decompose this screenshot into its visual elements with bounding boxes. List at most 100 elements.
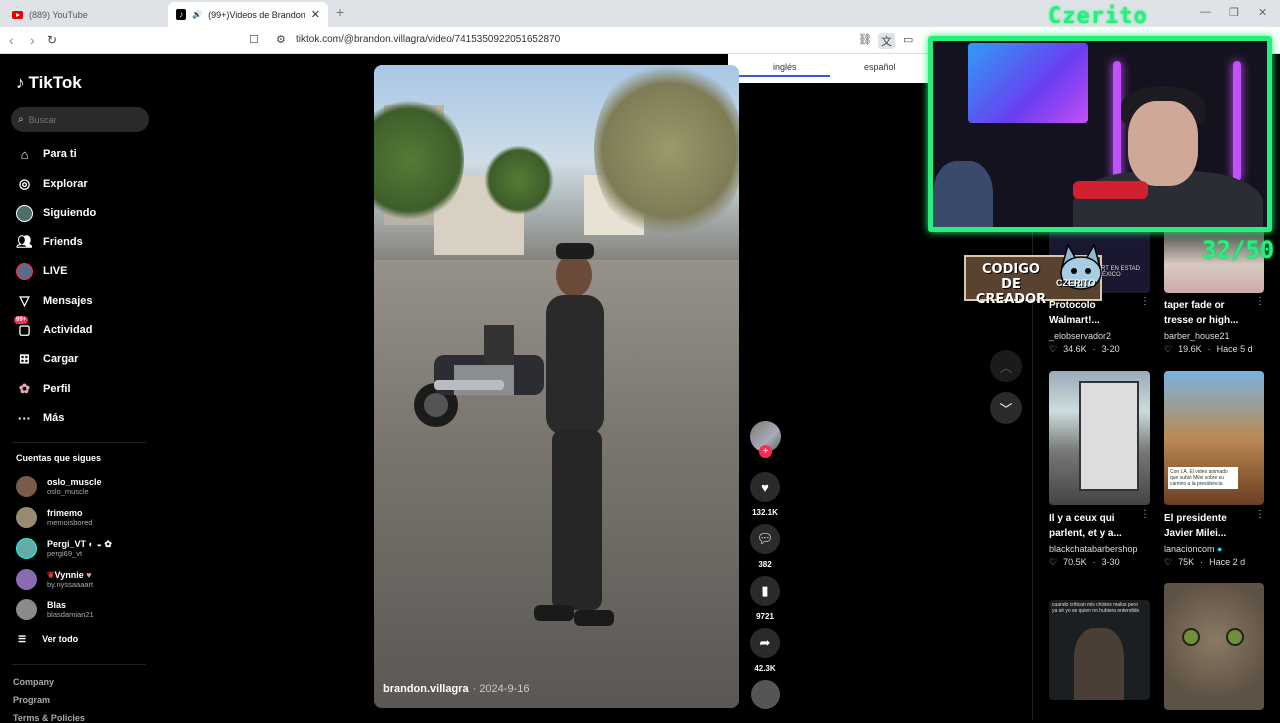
- goal-counter-overlay: 32/50: [1202, 236, 1275, 264]
- tiktok-logo[interactable]: ♪ TikTok: [16, 73, 82, 93]
- account-handle: oslo_muscle: [47, 487, 89, 496]
- following-account[interactable]: Pergi_VT ◐ ◒ ✿ pergi69_vt: [16, 538, 112, 559]
- share-action[interactable]: ➦ 42.3K: [750, 628, 780, 673]
- like-count: 132.1K: [752, 508, 778, 517]
- comment-icon[interactable]: 💬︎: [750, 524, 780, 554]
- footer-link-terms[interactable]: Terms & Policies: [13, 713, 85, 723]
- nav-profile[interactable]: ✿ Perfil: [16, 380, 71, 398]
- related-title[interactable]: Il y a ceux qui parlent, et y a...: [1049, 511, 1139, 541]
- related-thumbnail[interactable]: [1049, 371, 1150, 505]
- related-author[interactable]: barber_house21: [1164, 331, 1230, 341]
- site-info-icon[interactable]: ⚙: [276, 33, 286, 46]
- scroll-up-icon[interactable]: ︿: [990, 350, 1022, 382]
- forward-icon[interactable]: ›: [30, 32, 35, 48]
- related-thumbnail[interactable]: [1164, 583, 1264, 710]
- tiktok-favicon-icon: ♪: [176, 9, 187, 20]
- audio-playing-icon: 🔊: [192, 10, 203, 19]
- avatar: [16, 538, 37, 559]
- nav-for-you[interactable]: ⌂ Para ti: [16, 145, 77, 163]
- heart-outline-icon: ♡: [1049, 344, 1058, 354]
- follow-plus-icon[interactable]: +: [759, 445, 772, 458]
- footer-link-program[interactable]: Program: [13, 695, 50, 705]
- heart-icon[interactable]: ♥: [750, 472, 780, 502]
- following-account[interactable]: Blas blasdamian21: [16, 599, 94, 620]
- following-account[interactable]: oslo_muscle oslo_muscle: [16, 476, 102, 497]
- share-count: 42.3K: [754, 664, 776, 673]
- person-image: [534, 243, 614, 626]
- more-options-icon[interactable]: ⋮: [1255, 509, 1265, 520]
- related-stats: ♡ 34.6K · 3-20: [1049, 344, 1120, 355]
- related-title[interactable]: taper fade or tresse or high...: [1164, 298, 1254, 328]
- following-account[interactable]: frimemo memoisbored: [16, 507, 92, 528]
- nav-label: LIVE: [43, 265, 68, 277]
- related-author[interactable]: _elobservador2: [1049, 331, 1111, 341]
- related-author[interactable]: blackchatabarbershop: [1049, 544, 1138, 554]
- following-section-title: Cuentas que sigues: [16, 453, 102, 463]
- nav-following[interactable]: Siguiendo: [16, 204, 96, 222]
- likes: 34.6K: [1063, 344, 1087, 354]
- translate-icon[interactable]: 文: [878, 33, 895, 49]
- search-box[interactable]: ⌕: [11, 107, 149, 132]
- more-options-icon[interactable]: ⋮: [1140, 296, 1150, 307]
- video-player[interactable]: [374, 65, 739, 708]
- nav-upload[interactable]: ⊞ Cargar: [16, 350, 78, 368]
- like-action[interactable]: ♥ 132.1K: [750, 472, 780, 517]
- related-thumbnail[interactable]: Con I.A. El video animado que subió Mile…: [1164, 371, 1264, 505]
- bookmark-icon[interactable]: ☐: [249, 33, 259, 46]
- cast-icon[interactable]: ▭: [903, 33, 913, 46]
- see-all-link[interactable]: ☰ Ver todo: [18, 634, 78, 645]
- new-tab-button[interactable]: +: [336, 4, 344, 20]
- nav-activity[interactable]: ▢ 99+ Actividad: [14, 315, 93, 339]
- share-icon[interactable]: ➦: [750, 628, 780, 658]
- account-handle: memoisbored: [47, 518, 93, 527]
- music-disc-icon[interactable]: [751, 680, 780, 709]
- video-author[interactable]: brandon.villagra: [383, 683, 469, 695]
- maximize-icon[interactable]: ❐: [1229, 6, 1239, 19]
- tab-tiktok[interactable]: ♪ 🔊 (99+)Videos de Brandon Villa ✕: [168, 2, 328, 27]
- back-icon[interactable]: ‹: [9, 32, 14, 48]
- translate-popup: inglés español: [728, 54, 936, 83]
- related-stats: ♡ 75K · Hace 2 d: [1164, 557, 1245, 568]
- footer-link-company[interactable]: Company: [13, 677, 54, 687]
- close-window-icon[interactable]: ✕: [1258, 6, 1267, 19]
- following-account[interactable]: ❦Vynnie ♥ by.nyssaaaart: [16, 569, 93, 590]
- related-author[interactable]: lanacioncom ●: [1164, 544, 1222, 554]
- nav-label: Más: [43, 412, 65, 424]
- search-input[interactable]: [28, 114, 139, 125]
- tab-youtube[interactable]: (889) YouTube: [4, 2, 164, 27]
- nav-friends[interactable]: 👥︎ Friends: [16, 233, 83, 251]
- microphone-image: [1073, 181, 1148, 199]
- nav-more[interactable]: ··· Más: [16, 409, 64, 427]
- nav-live[interactable]: LIVE: [16, 262, 67, 280]
- account-name-text: Vynnie: [54, 570, 84, 580]
- bookmark-icon[interactable]: ▮: [750, 576, 780, 606]
- translate-option-spanish[interactable]: español: [864, 62, 896, 72]
- dot: ·: [1200, 557, 1204, 567]
- minimize-icon[interactable]: —: [1200, 6, 1211, 18]
- more-options-icon[interactable]: ⋮: [1255, 296, 1265, 307]
- save-action[interactable]: ▮ 9721: [750, 576, 780, 621]
- nav-label: Perfil: [43, 383, 71, 395]
- video-caption: brandon.villagra · 2024-9-16: [383, 683, 529, 695]
- tab-close-icon[interactable]: ✕: [311, 8, 320, 21]
- scroll-down-icon[interactable]: ﹀: [990, 392, 1022, 424]
- related-thumbnail[interactable]: cuando critican mis chistes malos pero y…: [1049, 600, 1150, 700]
- translate-option-english[interactable]: inglés: [773, 62, 797, 72]
- reload-icon[interactable]: ↻: [47, 33, 57, 47]
- nav-messages[interactable]: ▽ Mensajes: [16, 292, 93, 310]
- likes: 70.5K: [1063, 557, 1087, 567]
- more-options-icon[interactable]: ⋮: [1140, 509, 1150, 520]
- related-title[interactable]: El presidente Javier Milei...: [1164, 511, 1254, 541]
- time: 3-20: [1101, 344, 1120, 354]
- link-off-icon[interactable]: ⛓: [858, 33, 872, 46]
- heart-icon: ♥: [83, 570, 92, 580]
- url-field[interactable]: tiktok.com/@brandon.villagra/video/74153…: [296, 34, 560, 45]
- dot: ·: [1207, 344, 1211, 354]
- related-title[interactable]: Protocolo Walmart!...: [1049, 298, 1139, 328]
- nav-explore[interactable]: ◎ Explorar: [16, 175, 88, 193]
- nav-label: Actividad: [43, 324, 93, 336]
- dot: ·: [1092, 557, 1096, 567]
- comment-action[interactable]: 💬︎ 382: [750, 524, 780, 569]
- dot: ·: [1092, 344, 1096, 354]
- creator-code-text: CODIGO DE CREADOR: [975, 262, 1047, 307]
